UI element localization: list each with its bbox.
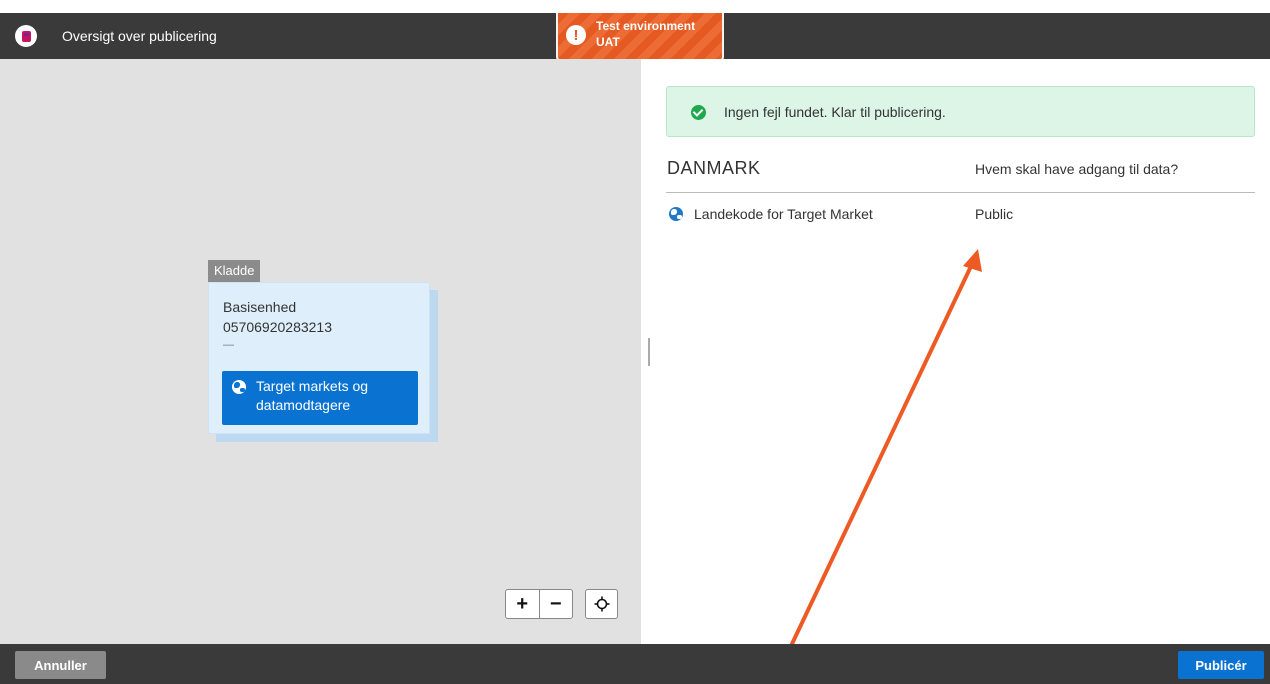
details-panel [641,59,1270,644]
validation-message: Ingen fejl fundet. Klar til publicering. [724,104,946,120]
cancel-button[interactable]: Annuller [15,651,106,679]
product-node-card[interactable]: Basisenhed 05706920283213 — Target marke… [208,282,430,434]
zoom-in-button[interactable]: + [506,590,539,618]
access-row-label: Landekode for Target Market [694,206,873,222]
alert-icon: ! [566,25,586,45]
zoom-out-button[interactable]: − [539,590,572,618]
fit-view-button[interactable] [585,589,618,619]
test-environment-banner: ! Test environment UAT [556,13,724,61]
page-title: Oversigt over publicering [62,28,217,44]
top-strip [0,0,1270,13]
status-badge: Kladde [208,260,261,282]
access-column-header: Hvem skal have adgang til data? [975,161,1179,177]
panel-resize-handle[interactable] [648,338,650,366]
zoom-controls: + − [505,589,573,619]
validation-success-banner: Ingen fejl fundet. Klar til publicering. [666,86,1255,137]
table-divider [666,192,1255,193]
publish-button[interactable]: Publicér [1178,651,1264,679]
country-heading: DANMARK [667,158,761,178]
environment-label: Test environment [596,19,696,33]
node-gtin: 05706920283213 [223,319,333,335]
action-footer: Annuller Publicér [0,644,1270,684]
target-markets-button-label: Target markets og datamodtagere [256,378,369,413]
node-dash: — [223,339,234,351]
product-icon [15,25,37,47]
globe-icon [232,380,246,394]
check-circle-icon [691,105,706,120]
crosshair-icon [594,596,609,612]
access-row-value: Public [975,206,1014,222]
target-markets-button[interactable]: Target markets og datamodtagere [222,371,418,425]
environment-name: UAT [596,35,620,49]
node-unit-name: Basisenhed [223,299,297,315]
globe-icon [669,207,683,221]
